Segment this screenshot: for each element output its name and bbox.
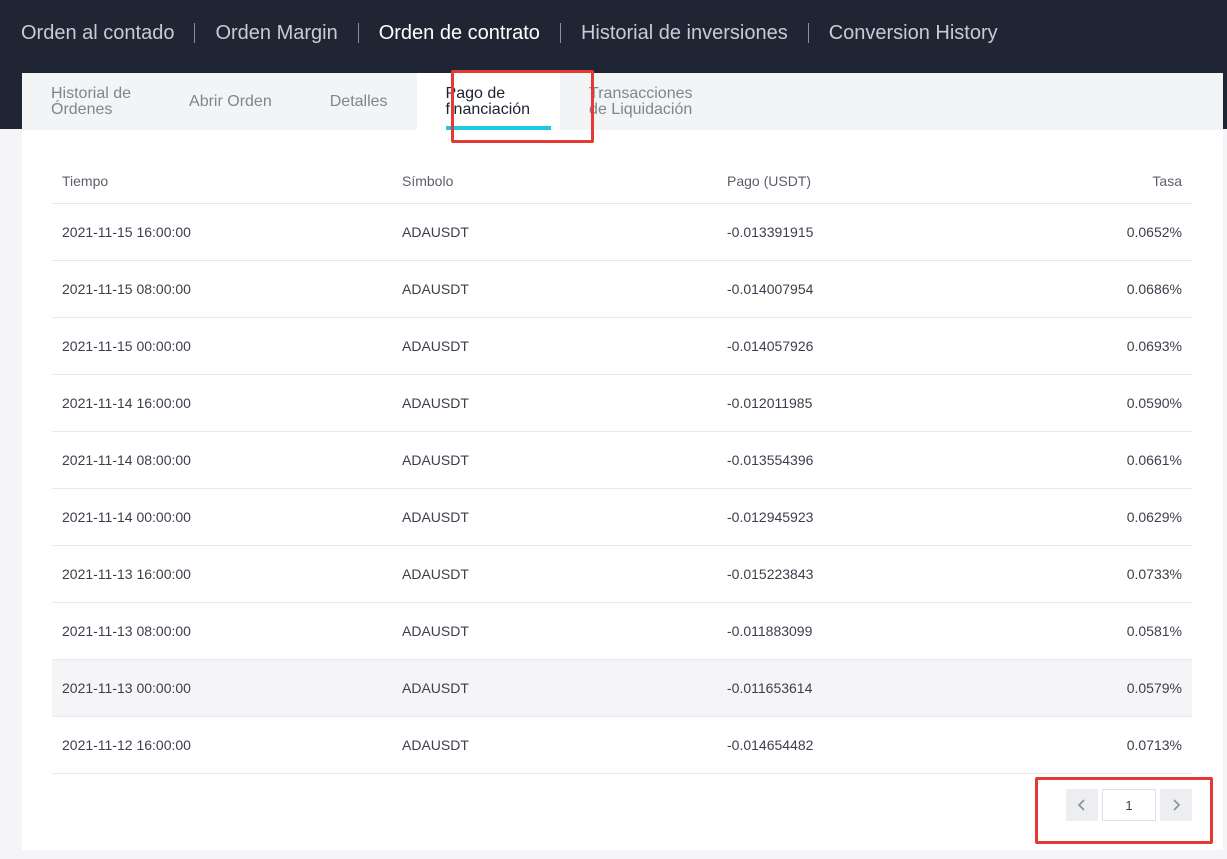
cell-time: 2021-11-13 08:00:00: [52, 602, 392, 660]
topnav-margin-order[interactable]: Orden Margin: [215, 18, 337, 48]
cell-rate: 0.0590%: [1017, 374, 1192, 432]
cell-time: 2021-11-13 16:00:00: [52, 545, 392, 603]
cell-time: 2021-11-13 00:00:00: [52, 659, 392, 717]
cell-payment: -0.014057926: [717, 317, 1017, 375]
cell-rate: 0.0629%: [1017, 488, 1192, 546]
cell-rate: 0.0713%: [1017, 716, 1192, 774]
cell-payment: -0.011883099: [717, 602, 1017, 660]
cell-time: 2021-11-15 00:00:00: [52, 317, 392, 375]
table-row: 2021-11-15 00:00:00 ADAUSDT -0.014057926…: [52, 317, 1192, 375]
cell-symbol: ADAUSDT: [392, 431, 717, 489]
tab-label: Detalles: [329, 92, 388, 110]
chevron-right-icon: [1173, 799, 1181, 811]
table-row: 2021-11-13 08:00:00 ADAUSDT -0.011883099…: [52, 602, 1192, 660]
cell-symbol: ADAUSDT: [392, 716, 717, 774]
top-nav: Orden al contado Orden Margin Orden de c…: [21, 18, 998, 48]
tab-label: Historial de Órdenes: [51, 84, 132, 118]
cell-time: 2021-11-14 00:00:00: [52, 488, 392, 546]
cell-symbol: ADAUSDT: [392, 602, 717, 660]
cell-time: 2021-11-14 08:00:00: [52, 431, 392, 489]
column-header-symbol: Símbolo: [392, 160, 717, 204]
cell-rate: 0.0686%: [1017, 260, 1192, 318]
topnav-spot-order[interactable]: Orden al contado: [21, 18, 174, 48]
column-header-time: Tiempo: [52, 160, 392, 204]
topnav-conversion-history[interactable]: Conversion History: [829, 18, 998, 48]
table-row: 2021-11-13 16:00:00 ADAUSDT -0.015223843…: [52, 545, 1192, 603]
table-row: 2021-11-13 00:00:00 ADAUSDT -0.011653614…: [52, 659, 1192, 717]
topnav-investment-history[interactable]: Historial de inversiones: [581, 18, 788, 48]
column-header-payment: Pago (USDT): [717, 160, 1017, 204]
cell-rate: 0.0693%: [1017, 317, 1192, 375]
tab-liquidation-transactions[interactable]: Transacciones de Liquidación: [560, 73, 721, 130]
table-header-row: Tiempo Símbolo Pago (USDT) Tasa: [52, 160, 1192, 204]
cell-payment: -0.011653614: [717, 659, 1017, 717]
cell-rate: 0.0733%: [1017, 545, 1192, 603]
cell-symbol: ADAUSDT: [392, 317, 717, 375]
tab-funding-payment[interactable]: Pago de financiación: [416, 73, 561, 130]
tab-label: Abrir Orden: [189, 92, 272, 110]
table-row: 2021-11-14 00:00:00 ADAUSDT -0.012945923…: [52, 488, 1192, 546]
tab-label: Pago de financiación: [445, 84, 531, 118]
cell-symbol: ADAUSDT: [392, 374, 717, 432]
topnav-divider: [194, 23, 196, 43]
cell-payment: -0.013391915: [717, 203, 1017, 261]
table-row: 2021-11-12 16:00:00 ADAUSDT -0.014654482…: [52, 716, 1192, 774]
cell-payment: -0.013554396: [717, 431, 1017, 489]
cell-rate: 0.0661%: [1017, 431, 1192, 489]
table-row: 2021-11-14 08:00:00 ADAUSDT -0.013554396…: [52, 431, 1192, 489]
cell-time: 2021-11-14 16:00:00: [52, 374, 392, 432]
topnav-divider: [559, 23, 561, 43]
cell-payment: -0.014654482: [717, 716, 1017, 774]
cell-rate: 0.0581%: [1017, 602, 1192, 660]
tab-order-history[interactable]: Historial de Órdenes: [22, 73, 160, 130]
active-tab-indicator: [445, 126, 551, 130]
cell-symbol: ADAUSDT: [392, 545, 717, 603]
column-header-rate: Tasa: [1017, 160, 1192, 204]
tab-details[interactable]: Detalles: [301, 73, 417, 130]
funding-payments-table: Tiempo Símbolo Pago (USDT) Tasa 2021-11-…: [52, 160, 1192, 774]
prev-page-button[interactable]: [1066, 789, 1098, 821]
cell-payment: -0.012945923: [717, 488, 1017, 546]
page-number-input[interactable]: [1102, 789, 1156, 821]
cell-rate: 0.0652%: [1017, 203, 1192, 261]
cell-rate: 0.0579%: [1017, 659, 1192, 717]
topnav-divider: [807, 23, 809, 43]
cell-symbol: ADAUSDT: [392, 659, 717, 717]
sub-tabs: Historial de Órdenes Abrir Orden Detalle…: [22, 73, 1223, 130]
cell-payment: -0.012011985: [717, 374, 1017, 432]
tab-open-orders[interactable]: Abrir Orden: [160, 73, 301, 130]
pagination: [1066, 789, 1192, 821]
cell-time: 2021-11-15 16:00:00: [52, 203, 392, 261]
chevron-left-icon: [1077, 799, 1085, 811]
table-row: 2021-11-14 16:00:00 ADAUSDT -0.012011985…: [52, 374, 1192, 432]
cell-payment: -0.015223843: [717, 545, 1017, 603]
table-row: 2021-11-15 08:00:00 ADAUSDT -0.014007954…: [52, 260, 1192, 318]
cell-symbol: ADAUSDT: [392, 488, 717, 546]
tab-label: Transacciones de Liquidación: [589, 84, 693, 118]
cell-symbol: ADAUSDT: [392, 203, 717, 261]
cell-payment: -0.014007954: [717, 260, 1017, 318]
cell-time: 2021-11-12 16:00:00: [52, 716, 392, 774]
table-row: 2021-11-15 16:00:00 ADAUSDT -0.013391915…: [52, 203, 1192, 261]
topnav-contract-order[interactable]: Orden de contrato: [379, 18, 540, 48]
next-page-button[interactable]: [1160, 789, 1192, 821]
topnav-divider: [357, 23, 359, 43]
cell-symbol: ADAUSDT: [392, 260, 717, 318]
cell-time: 2021-11-15 08:00:00: [52, 260, 392, 318]
